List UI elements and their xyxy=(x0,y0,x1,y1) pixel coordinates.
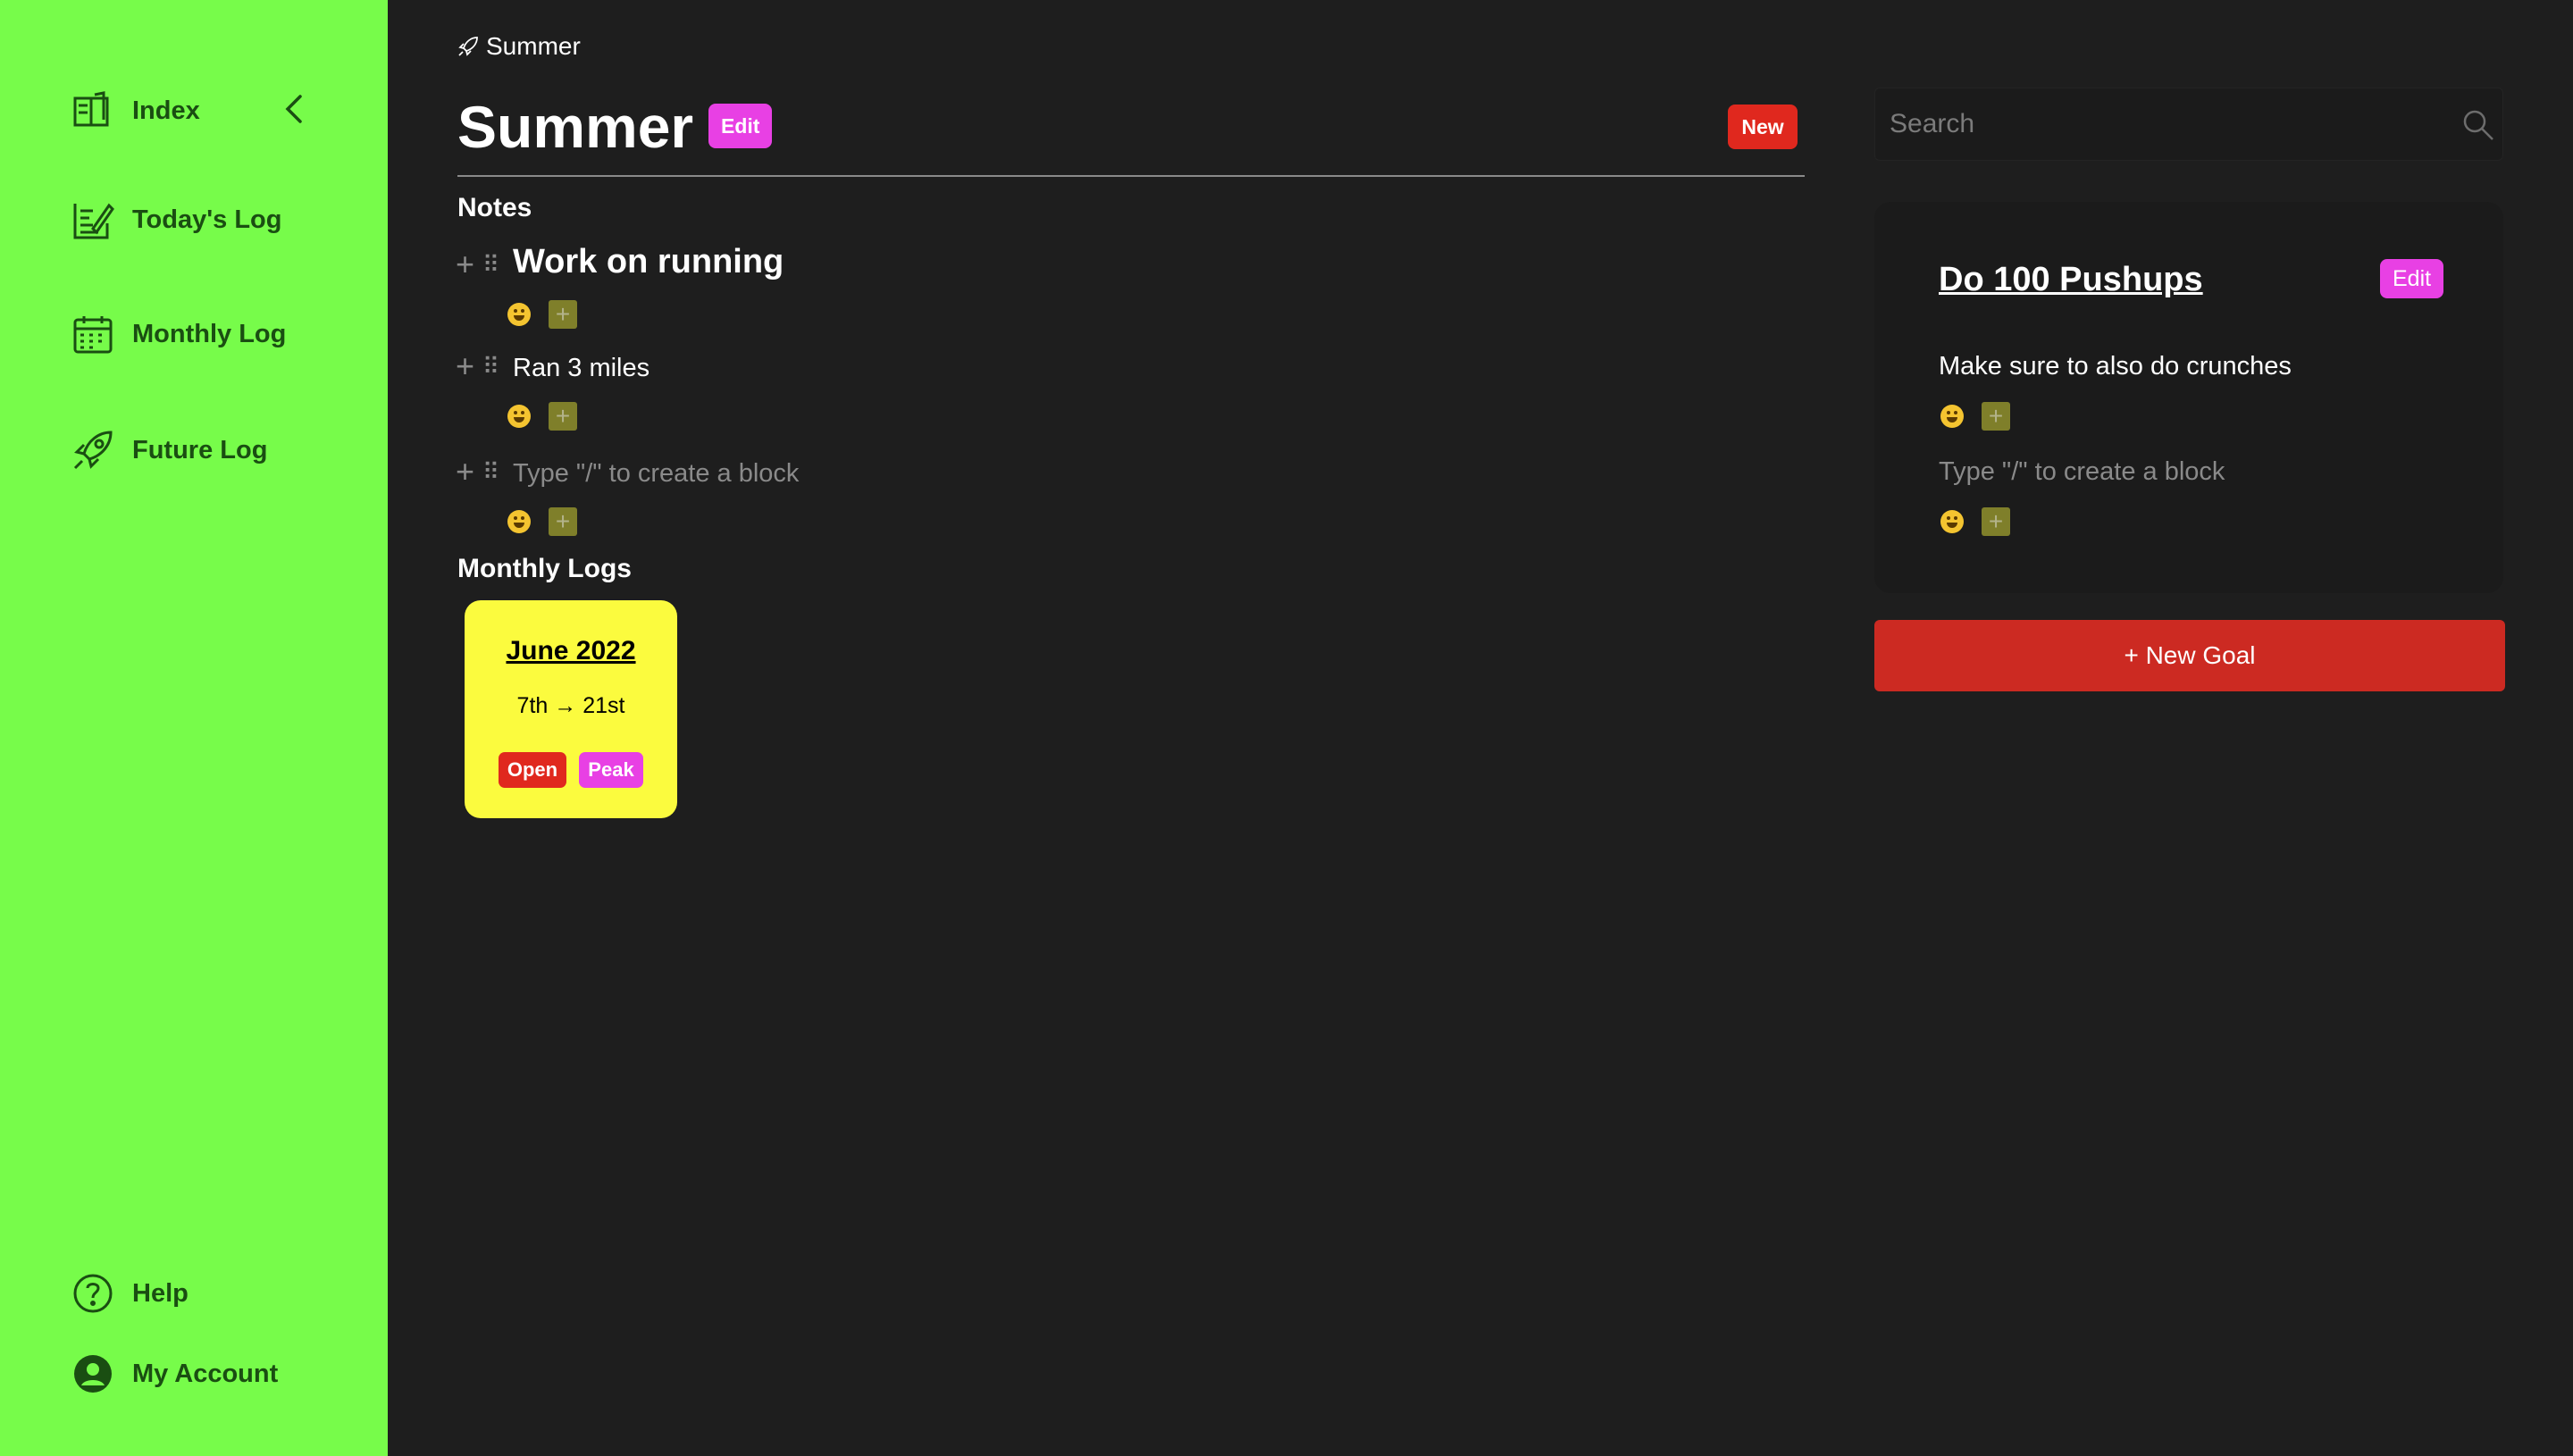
block-controls: + ⠿ xyxy=(456,248,502,280)
grinning-face-icon[interactable] xyxy=(1940,510,1964,533)
monthly-logs-heading: Monthly Logs xyxy=(457,554,632,583)
monthly-log-card[interactable]: June 2022 7th → 21st Open Peak xyxy=(465,600,677,818)
page-title: Summer xyxy=(457,94,694,160)
chevron-left-icon[interactable] xyxy=(281,93,307,125)
calendar-icon xyxy=(73,316,113,354)
reaction-row: + xyxy=(1940,507,2010,536)
sidebar-item-label: Today's Log xyxy=(132,205,282,234)
sidebar-item-help[interactable]: Help xyxy=(71,1272,189,1315)
new-block-placeholder[interactable]: Type "/" to create a block xyxy=(513,459,799,489)
sidebar-item-label: Help xyxy=(132,1278,189,1308)
monthly-log-range: 7th → 21st xyxy=(516,693,625,718)
add-reaction-button[interactable]: + xyxy=(1982,402,2010,431)
edit-goal-button[interactable]: Edit xyxy=(2380,259,2444,298)
sidebar-item-monthly-log[interactable]: Monthly Log xyxy=(71,313,286,356)
title-divider xyxy=(457,175,1805,177)
breadcrumb[interactable]: Summer xyxy=(457,32,581,61)
drag-handle-icon[interactable]: ⠿ xyxy=(482,460,502,483)
sidebar-item-label: Index xyxy=(132,96,200,125)
block-controls: + ⠿ xyxy=(456,456,502,488)
grinning-face-icon[interactable] xyxy=(1940,405,1964,428)
grinning-face-icon[interactable] xyxy=(507,510,531,533)
sidebar-item-label: Monthly Log xyxy=(132,319,287,348)
peak-button[interactable]: Peak xyxy=(579,752,643,788)
reaction-row: + xyxy=(507,300,577,329)
goal-note-block[interactable]: Make sure to also do crunches xyxy=(1939,352,2292,381)
sidebar-item-label: Future Log xyxy=(132,435,268,464)
sidebar-item-todays-log[interactable]: Today's Log xyxy=(71,198,281,241)
goal-card: Do 100 Pushups Edit Make sure to also do… xyxy=(1874,202,2503,593)
add-block-icon[interactable]: + xyxy=(456,248,482,280)
sidebar: Index Today's Log Monthly Log Future Log… xyxy=(0,0,388,1456)
add-reaction-button[interactable]: + xyxy=(549,402,577,431)
search-icon[interactable] xyxy=(2461,108,2495,142)
rocket-icon xyxy=(458,37,478,56)
add-reaction-button[interactable]: + xyxy=(549,507,577,536)
rocket-icon xyxy=(73,431,113,470)
sidebar-item-my-account[interactable]: My Account xyxy=(71,1352,278,1395)
goal-title[interactable]: Do 100 Pushups xyxy=(1939,261,2203,299)
grinning-face-icon[interactable] xyxy=(507,303,531,326)
edit-title-button[interactable]: Edit xyxy=(708,104,773,148)
search-input[interactable] xyxy=(1890,88,2426,160)
note-block-text[interactable]: Ran 3 miles xyxy=(513,354,650,383)
drag-handle-icon[interactable]: ⠿ xyxy=(482,355,502,378)
reaction-row: + xyxy=(1940,402,2010,431)
account-icon xyxy=(74,1355,112,1393)
drag-handle-icon[interactable]: ⠿ xyxy=(482,253,502,276)
add-block-icon[interactable]: + xyxy=(456,456,482,488)
book-icon xyxy=(73,91,109,127)
help-icon xyxy=(73,1274,113,1313)
breadcrumb-label: Summer xyxy=(486,32,581,60)
grinning-face-icon[interactable] xyxy=(507,405,531,428)
reaction-row: + xyxy=(507,507,577,536)
new-button[interactable]: New xyxy=(1728,105,1798,149)
monthly-log-title[interactable]: June 2022 xyxy=(465,636,677,666)
notepad-icon xyxy=(73,203,114,239)
note-block-heading[interactable]: Work on running xyxy=(513,243,784,281)
add-block-icon[interactable]: + xyxy=(456,350,482,382)
sidebar-item-index[interactable]: Index xyxy=(71,89,200,132)
new-block-placeholder[interactable]: Type "/" to create a block xyxy=(1939,457,2225,487)
open-button[interactable]: Open xyxy=(499,752,566,788)
sidebar-item-label: My Account xyxy=(132,1359,279,1388)
reaction-row: + xyxy=(507,402,577,431)
add-reaction-button[interactable]: + xyxy=(1982,507,2010,536)
sidebar-item-future-log[interactable]: Future Log xyxy=(71,429,267,472)
block-controls: + ⠿ xyxy=(456,350,502,382)
new-goal-button[interactable]: + New Goal xyxy=(1874,620,2505,691)
notes-heading: Notes xyxy=(457,193,532,222)
search-box xyxy=(1874,88,2503,161)
add-reaction-button[interactable]: + xyxy=(549,300,577,329)
